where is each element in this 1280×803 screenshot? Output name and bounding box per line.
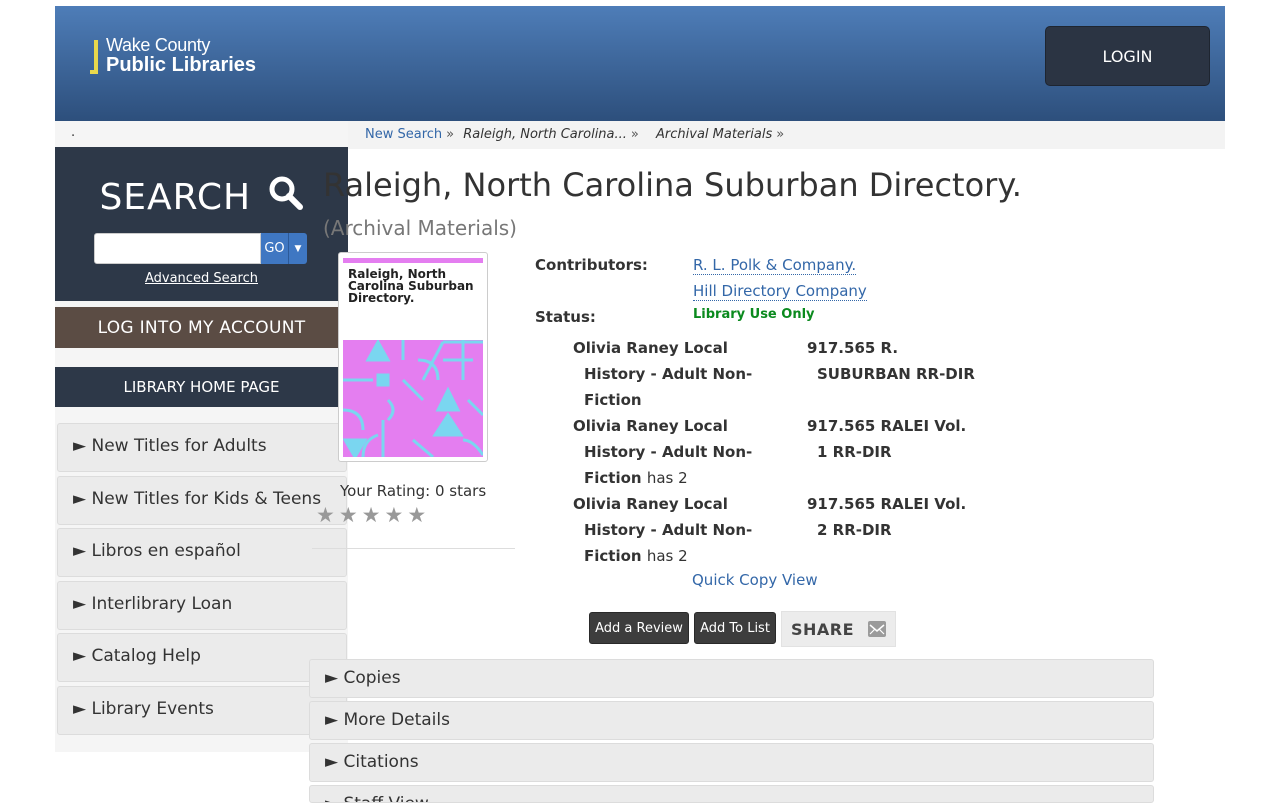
location-line: Fiction [584, 469, 642, 487]
search-icon [269, 176, 303, 210]
star-icon[interactable]: ★ [384, 505, 403, 526]
cover-stripe [343, 258, 483, 263]
envelope-icon [868, 621, 887, 637]
cover-title: Raleigh, North Carolina Suburban Directo… [348, 267, 474, 305]
search-title-text: SEARCH [99, 177, 252, 218]
sidebar-menu: ► New Titles for Adults ► New Titles for… [57, 423, 347, 738]
search-input[interactable] [94, 233, 261, 264]
record-format: (Archival Materials) [323, 216, 517, 240]
go-button[interactable]: GO [261, 233, 288, 264]
copies-count: has 2 [646, 547, 688, 565]
caret-down-icon: ▼ [294, 243, 302, 254]
contributor-link[interactable]: R. L. Polk & Company. [693, 256, 857, 275]
location-line: History - Adult Non- [584, 521, 753, 539]
sidebar-item-new-titles-adults[interactable]: ► New Titles for Adults [57, 423, 347, 472]
star-icon[interactable]: ★ [362, 505, 381, 526]
call-number-line: 917.565 RALEI Vol. [807, 495, 967, 513]
breadcrumb-new-search[interactable]: New Search [365, 127, 442, 142]
add-review-button[interactable]: Add a Review [589, 612, 689, 644]
site-header: Wake County Public Libraries LOGIN [55, 6, 1225, 121]
divider [312, 548, 515, 549]
status-badge: Library Use Only [693, 307, 815, 322]
citations-section-toggle[interactable]: ► Citations [309, 743, 1154, 782]
search-panel: SEARCH GO ▼ Advanced Search [55, 147, 348, 301]
breadcrumb-item[interactable]: Raleigh, North Carolina... [463, 127, 627, 142]
cover-pattern-image [343, 340, 483, 457]
copies-section-toggle[interactable]: ► Copies [309, 659, 1154, 698]
sidebar-dot: . [71, 125, 76, 140]
location-line: Olivia Raney Local [573, 417, 728, 435]
your-rating-text: Your Rating: 0 stars [340, 482, 487, 500]
contributors-label: Contributors: [535, 256, 648, 274]
login-button[interactable]: LOGIN [1045, 26, 1210, 86]
quick-copy-view-link[interactable]: Quick Copy View [692, 571, 818, 589]
more-details-section-toggle[interactable]: ► More Details [309, 701, 1154, 740]
contributor-link[interactable]: Hill Directory Company [693, 282, 867, 301]
breadcrumb-separator: » [776, 127, 785, 142]
logo-mark-icon [90, 40, 98, 74]
book-cover[interactable]: Raleigh, North Carolina Suburban Directo… [338, 252, 488, 462]
breadcrumb: New Search» Raleigh, North Carolina...» … [348, 121, 1225, 149]
call-number: 917.565 RALEI Vol. 2 RR-DIR [807, 491, 966, 543]
call-number-line: 917.565 R. [807, 339, 899, 357]
library-logo[interactable]: Wake County Public Libraries [90, 36, 256, 75]
call-number-line: 2 RR-DIR [817, 521, 892, 539]
share-button[interactable]: SHARE [781, 611, 896, 647]
sidebar-item-catalog-help[interactable]: ► Catalog Help [57, 633, 347, 682]
status-label: Status: [535, 308, 596, 326]
sidebar-item-library-events[interactable]: ► Library Events [57, 685, 347, 735]
add-to-list-button[interactable]: Add To List [694, 612, 776, 644]
call-number: 917.565 RALEI Vol. 1 RR-DIR [807, 413, 966, 465]
search-heading: SEARCH [55, 175, 348, 218]
breadcrumb-format[interactable]: Archival Materials [656, 127, 772, 142]
star-icon[interactable]: ★ [407, 505, 426, 526]
star-rating[interactable]: ★ ★ ★ ★ ★ [316, 505, 426, 526]
location-line: Olivia Raney Local [573, 495, 728, 513]
breadcrumb-separator: » [446, 127, 455, 142]
holding-location: Olivia Raney Local History - Adult Non- … [573, 335, 773, 413]
holding-location: Olivia Raney Local History - Adult Non- … [573, 491, 773, 569]
call-number-line: 1 RR-DIR [817, 443, 892, 461]
call-number-line: 917.565 RALEI Vol. [807, 417, 967, 435]
sidebar-item-interlibrary-loan[interactable]: ► Interlibrary Loan [57, 580, 347, 630]
sidebar-item-libros-espanol[interactable]: ► Libros en español [57, 528, 347, 577]
call-number: 917.565 R. SUBURBAN RR-DIR [807, 335, 975, 387]
star-icon[interactable]: ★ [339, 505, 358, 526]
page: Wake County Public Libraries LOGIN . SEA… [55, 6, 1225, 752]
search-options-dropdown[interactable]: ▼ [288, 233, 307, 264]
advanced-search-link[interactable]: Advanced Search [55, 271, 348, 286]
location-line: History - Adult Non- [584, 365, 753, 383]
holding-location: Olivia Raney Local History - Adult Non- … [573, 413, 773, 491]
location-line: Fiction [584, 391, 642, 409]
location-line: History - Adult Non- [584, 443, 753, 461]
call-number-line: SUBURBAN RR-DIR [817, 365, 975, 383]
log-into-account-button[interactable]: LOG INTO MY ACCOUNT [55, 307, 348, 348]
logo-line-2: Public Libraries [106, 54, 257, 76]
location-line: Olivia Raney Local [573, 339, 728, 357]
copies-count: has 2 [646, 469, 688, 487]
library-home-page-button[interactable]: LIBRARY HOME PAGE [55, 367, 348, 407]
logo-line-1: Wake County [106, 35, 211, 55]
breadcrumb-separator: » [630, 127, 639, 142]
staff-view-section-toggle[interactable]: ► Staff View [309, 785, 1154, 803]
star-icon[interactable]: ★ [316, 505, 335, 526]
sidebar: . SEARCH GO ▼ Advanced Search LOG INTO M… [55, 121, 348, 752]
share-label: SHARE [791, 619, 855, 639]
sidebar-item-new-titles-kids-teens[interactable]: ► New Titles for Kids & Teens [57, 475, 347, 525]
location-line: Fiction [584, 547, 642, 565]
page-title: Raleigh, North Carolina Suburban Directo… [323, 166, 1022, 204]
